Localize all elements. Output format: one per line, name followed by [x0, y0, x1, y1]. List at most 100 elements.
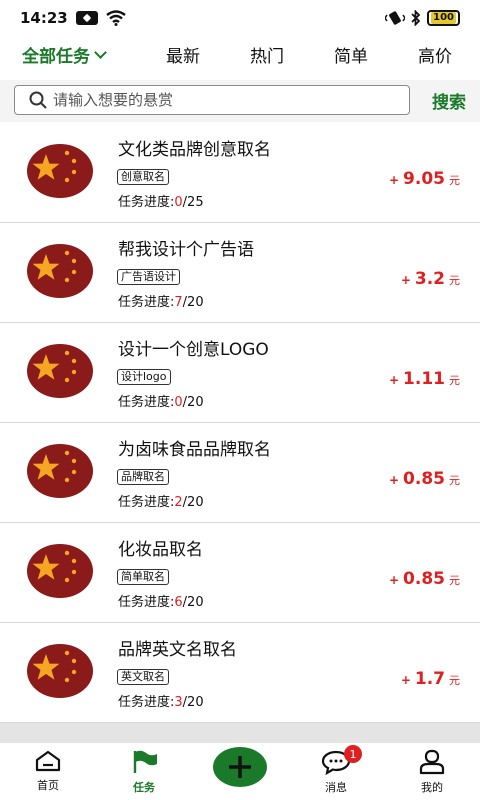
reward-amount: 3.2 — [414, 269, 445, 289]
plus-icon: + — [388, 373, 400, 387]
add-task-button[interactable] — [213, 747, 267, 787]
task-progress: 任务进度:2/20 — [118, 491, 204, 510]
task-item[interactable]: 帮我设计个广告语 广告语设计 任务进度:7/20 +3.2 元 — [0, 223, 480, 323]
nav-me-label: 我的 — [421, 781, 443, 794]
progress-total: /20 — [182, 395, 204, 410]
reward-unit: 元 — [449, 474, 460, 487]
task-tag: 品牌取名 — [117, 469, 169, 485]
task-reward: +1.7 元 — [401, 669, 460, 689]
task-tag: 创意取名 — [117, 169, 169, 185]
task-item[interactable]: 为卤味食品品牌取名 品牌取名 任务进度:2/20 +0.85 元 — [0, 423, 480, 523]
task-title: 文化类品牌创意取名 — [118, 140, 271, 160]
task-tag: 广告语设计 — [117, 269, 180, 285]
task-reward: +1.11 元 — [389, 369, 460, 389]
plus-icon: + — [388, 173, 400, 187]
nav-task[interactable]: 任务 — [114, 749, 174, 795]
plus-icon: + — [388, 473, 400, 487]
progress-total: /20 — [182, 695, 204, 710]
nav-home-label: 首页 — [37, 779, 59, 792]
category-tabs: 全部任务 最新 热门 简单 高价 — [0, 36, 480, 78]
nav-task-label: 任务 — [133, 781, 155, 794]
chevron-down-icon — [94, 46, 107, 59]
task-item[interactable]: 文化类品牌创意取名 创意取名 任务进度:0/25 +9.05 元 — [0, 123, 480, 223]
tab-simple[interactable]: 简单 — [334, 42, 368, 67]
plus-icon: + — [400, 673, 411, 687]
status-bar: 14:23 100 — [0, 0, 480, 36]
progress-total: /20 — [182, 595, 204, 610]
tab-high-price[interactable]: 高价 — [418, 42, 452, 67]
plus-icon: + — [388, 573, 400, 587]
progress-label: 任务进度: — [118, 295, 175, 310]
progress-total: /20 — [182, 295, 204, 310]
task-reward: +0.85 元 — [389, 469, 460, 489]
task-title: 为卤味食品品牌取名 — [118, 440, 271, 460]
tab-all-label: 全部任务 — [22, 47, 90, 67]
task-page: 14:23 100 全部任务 最新 热门 简单 高价 请输入想要的悬赏 搜索 文… — [0, 0, 480, 800]
task-title: 帮我设计个广告语 — [118, 240, 254, 260]
task-item[interactable]: 设计一个创意LOGO 设计logo 任务进度:0/20 +1.11 元 — [0, 323, 480, 423]
search-box[interactable] — [14, 85, 410, 115]
tab-latest[interactable]: 最新 — [166, 42, 200, 67]
task-progress: 任务进度:3/20 — [118, 691, 204, 710]
task-progress: 任务进度:7/20 — [118, 291, 204, 310]
task-tag: 设计logo — [117, 369, 171, 385]
search-icon — [29, 91, 47, 109]
progress-done: 2 — [174, 495, 183, 510]
reward-amount: 0.85 — [403, 469, 445, 489]
tab-popular[interactable]: 热门 — [250, 42, 284, 67]
progress-done: 0 — [174, 195, 183, 210]
notification-icon — [75, 11, 98, 25]
search-input[interactable] — [53, 91, 393, 109]
task-reward: +0.85 元 — [389, 569, 460, 589]
reward-amount: 1.7 — [414, 669, 445, 689]
china-flag-icon — [27, 544, 93, 598]
progress-label: 任务进度: — [118, 595, 175, 610]
message-badge: 1 — [344, 745, 362, 763]
progress-total: /25 — [182, 195, 204, 210]
nav-message[interactable]: 1 消息 — [306, 745, 366, 795]
task-item[interactable]: 化妆品取名 简单取名 任务进度:6/20 +0.85 元 — [0, 523, 480, 623]
search-bar: 搜索 — [0, 80, 480, 122]
task-title: 设计一个创意LOGO — [118, 340, 269, 360]
task-item[interactable]: 品牌英文名取名 英文取名 任务进度:3/20 +1.7 元 — [0, 623, 480, 723]
task-title: 品牌英文名取名 — [118, 640, 237, 660]
task-reward: +3.2 元 — [401, 269, 460, 289]
flag-icon — [133, 750, 157, 773]
nav-me[interactable]: 我的 — [402, 749, 462, 795]
reward-unit: 元 — [449, 374, 460, 387]
reward-unit: 元 — [449, 274, 460, 287]
home-icon — [35, 750, 61, 772]
task-tag: 英文取名 — [117, 669, 169, 685]
reward-amount: 9.05 — [403, 169, 445, 189]
list-footer-divider — [0, 723, 480, 743]
battery-icon: 100 — [427, 10, 460, 26]
reward-unit: 元 — [449, 674, 460, 687]
reward-unit: 元 — [449, 574, 460, 587]
task-progress: 任务进度:6/20 — [118, 591, 204, 610]
task-title: 化妆品取名 — [118, 540, 203, 560]
progress-done: 3 — [174, 695, 183, 710]
tab-all-tasks[interactable]: 全部任务 — [22, 42, 107, 67]
china-flag-icon — [27, 244, 93, 298]
plus-icon — [229, 756, 251, 778]
wifi-icon — [106, 10, 126, 26]
progress-label: 任务进度: — [118, 395, 175, 410]
china-flag-icon — [27, 144, 93, 198]
reward-unit: 元 — [449, 174, 460, 187]
reward-amount: 1.11 — [403, 369, 445, 389]
status-time: 14:23 — [20, 9, 68, 27]
china-flag-icon — [27, 344, 93, 398]
nav-message-label: 消息 — [325, 781, 347, 794]
task-list: 文化类品牌创意取名 创意取名 任务进度:0/25 +9.05 元 帮我设计个广告语… — [0, 123, 480, 723]
bluetooth-icon — [411, 10, 421, 26]
battery-level: 100 — [431, 12, 456, 24]
nav-home[interactable]: 首页 — [18, 749, 78, 793]
search-button[interactable]: 搜索 — [432, 88, 466, 113]
task-tag: 简单取名 — [117, 569, 169, 585]
progress-done: 6 — [174, 595, 183, 610]
user-icon — [419, 749, 445, 775]
progress-done: 0 — [174, 395, 183, 410]
progress-label: 任务进度: — [118, 695, 175, 710]
task-progress: 任务进度:0/25 — [118, 191, 204, 210]
progress-label: 任务进度: — [118, 195, 175, 210]
